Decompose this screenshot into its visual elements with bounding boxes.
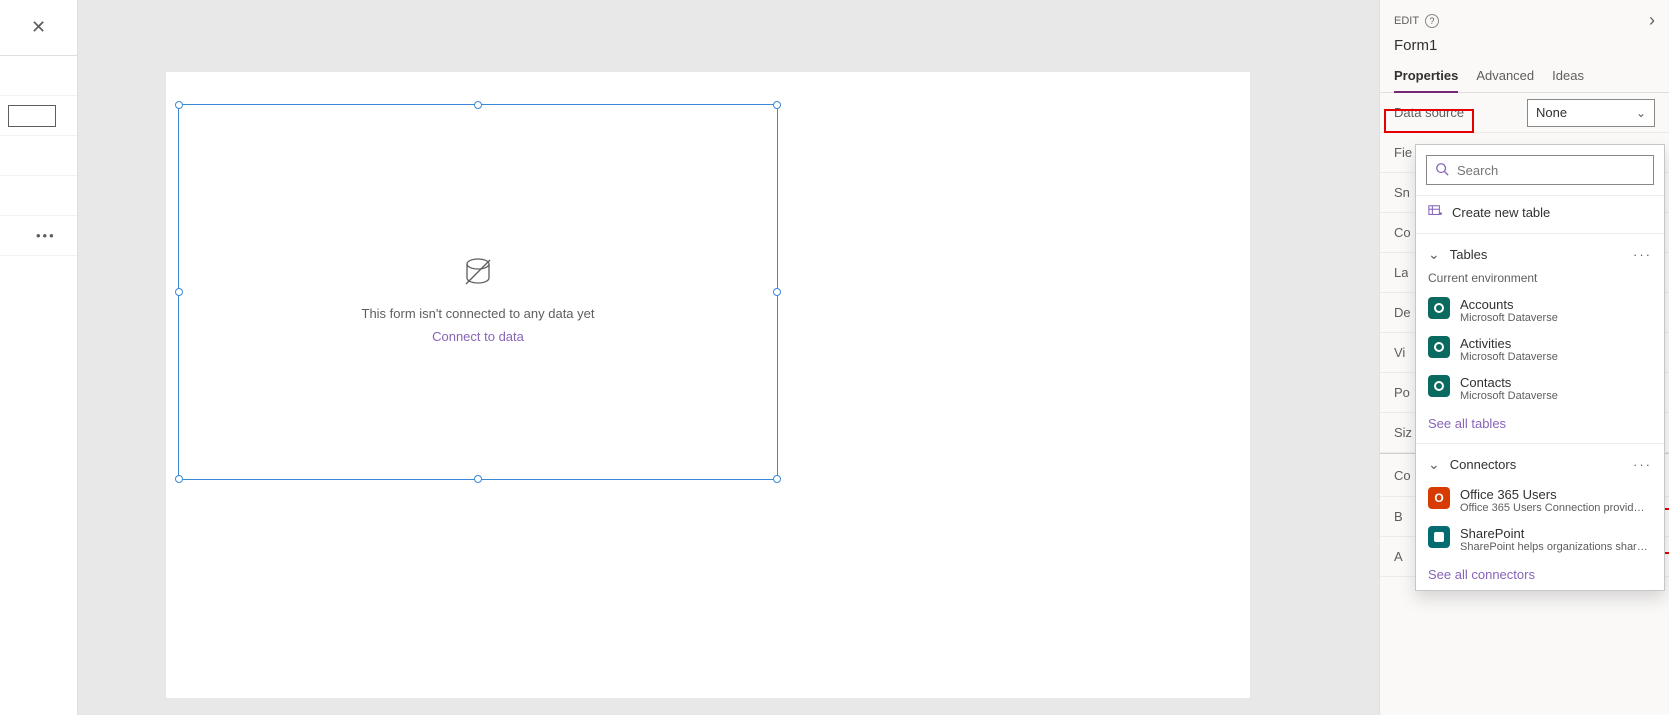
tab-properties[interactable]: Properties	[1394, 62, 1458, 93]
connector-item-office365[interactable]: O Office 365 Users Office 365 Users Conn…	[1416, 481, 1664, 520]
tree-row-more[interactable]: •••	[0, 216, 77, 256]
prop-label-data-source: Data source	[1394, 105, 1464, 120]
resize-handle[interactable]	[474, 475, 482, 483]
search-input-wrapper[interactable]	[1426, 155, 1654, 185]
table-item-activities[interactable]: Activities Microsoft Dataverse	[1416, 330, 1664, 369]
dropdown-value: None	[1536, 105, 1567, 120]
search-input[interactable]	[1457, 163, 1645, 178]
tab-ideas[interactable]: Ideas	[1552, 62, 1584, 92]
tables-header-label: Tables	[1450, 247, 1488, 262]
tree-row[interactable]	[0, 56, 77, 96]
connectors-header-label: Connectors	[1450, 457, 1516, 472]
search-icon	[1435, 162, 1449, 179]
dataverse-icon	[1428, 297, 1450, 319]
edit-label: EDIT	[1394, 15, 1419, 27]
data-source-dropdown[interactable]: None ⌄	[1527, 99, 1655, 127]
control-name: Form1	[1380, 35, 1669, 62]
connector-item-sharepoint[interactable]: SharePoint SharePoint helps organization…	[1416, 520, 1664, 559]
tab-advanced[interactable]: Advanced	[1476, 62, 1534, 92]
properties-panel: EDIT ? › Form1 Properties Advanced Ideas…	[1379, 0, 1669, 715]
current-environment-label: Current environment	[1416, 271, 1664, 291]
connectors-more-icon[interactable]: ···	[1633, 457, 1652, 472]
dataverse-icon	[1428, 336, 1450, 358]
data-source-flyout: Create new table ⌄ Tables ··· Current en…	[1415, 144, 1665, 591]
connect-to-data-link[interactable]: Connect to data	[179, 329, 777, 344]
form-empty-message: This form isn't connected to any data ye…	[179, 306, 777, 321]
resize-handle[interactable]	[175, 101, 183, 109]
database-slash-icon	[461, 255, 495, 289]
table-item-accounts[interactable]: Accounts Microsoft Dataverse	[1416, 291, 1664, 330]
chevron-down-icon: ⌄	[1636, 106, 1646, 120]
close-icon[interactable]: ✕	[31, 17, 46, 38]
sharepoint-icon	[1428, 526, 1450, 548]
see-all-tables-link[interactable]: See all tables	[1416, 408, 1664, 439]
chevron-down-icon: ⌄	[1428, 456, 1440, 473]
connectors-section-header[interactable]: ⌄ Connectors ···	[1416, 448, 1664, 481]
resize-handle[interactable]	[474, 101, 482, 109]
canvas-area[interactable]: This form isn't connected to any data ye…	[78, 0, 1379, 715]
more-icon[interactable]: •••	[8, 228, 56, 243]
table-plus-icon	[1428, 204, 1442, 221]
prop-data-source-row: Data source None ⌄	[1380, 93, 1669, 133]
resize-handle[interactable]	[773, 475, 781, 483]
office365-icon: O	[1428, 487, 1450, 509]
resize-handle[interactable]	[175, 475, 183, 483]
form-control[interactable]: This form isn't connected to any data ye…	[178, 104, 778, 480]
tree-row[interactable]	[0, 136, 77, 176]
chevron-down-icon: ⌄	[1428, 246, 1440, 263]
tables-more-icon[interactable]: ···	[1633, 247, 1652, 262]
name-input-box[interactable]	[8, 105, 56, 127]
create-table-label: Create new table	[1452, 205, 1550, 220]
tables-section-header[interactable]: ⌄ Tables ···	[1416, 238, 1664, 271]
help-icon[interactable]: ?	[1425, 14, 1439, 28]
dataverse-icon	[1428, 375, 1450, 397]
table-item-contacts[interactable]: Contacts Microsoft Dataverse	[1416, 369, 1664, 408]
tree-row-input[interactable]	[0, 96, 77, 136]
left-tree-panel: ✕ •••	[0, 0, 78, 715]
canvas-page[interactable]: This form isn't connected to any data ye…	[166, 72, 1250, 698]
tree-row[interactable]	[0, 176, 77, 216]
create-new-table-button[interactable]: Create new table	[1416, 196, 1664, 229]
resize-handle[interactable]	[773, 101, 781, 109]
chevron-right-icon[interactable]: ›	[1649, 10, 1655, 31]
see-all-connectors-link[interactable]: See all connectors	[1416, 559, 1664, 590]
